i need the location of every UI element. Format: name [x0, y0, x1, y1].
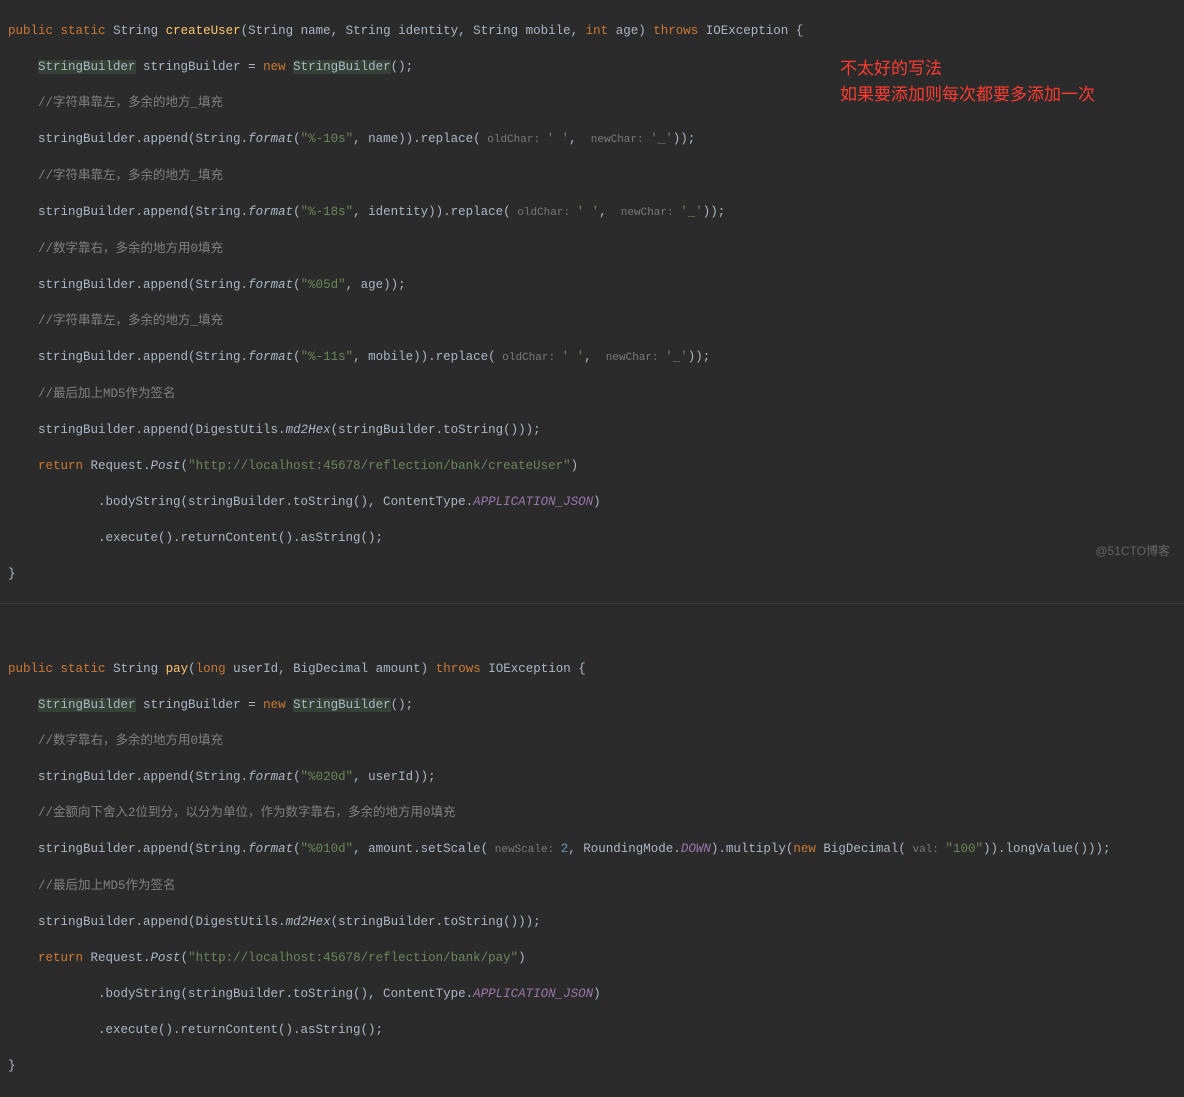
- code-line: return Request.Post("http://localhost:45…: [0, 457, 1184, 475]
- method-separator: [0, 603, 1184, 604]
- annotation-line-2: 如果要添加则每次都要多添加一次: [840, 82, 1095, 108]
- code-line: .execute().returnContent().asString();: [0, 1021, 1184, 1039]
- code-line: .execute().returnContent().asString();: [0, 529, 1184, 547]
- code-line: //数字靠右，多余的地方用0填充: [0, 240, 1184, 258]
- code-line: StringBuilder stringBuilder = new String…: [0, 696, 1184, 714]
- annotation-overlay: 不太好的写法 如果要添加则每次都要多添加一次: [840, 56, 1095, 108]
- code-line: stringBuilder.append(String.format("%-10…: [0, 130, 1184, 149]
- annotation-line-1: 不太好的写法: [840, 56, 1095, 82]
- code-line: stringBuilder.append(String.format("%-11…: [0, 348, 1184, 367]
- code-line: stringBuilder.append(String.format("%05d…: [0, 276, 1184, 294]
- code-line: stringBuilder.append(String.format("%-18…: [0, 203, 1184, 222]
- code-editor[interactable]: public static String createUser(String n…: [0, 0, 1184, 1097]
- code-line: //数字靠右，多余的地方用0填充: [0, 732, 1184, 750]
- code-line: [0, 624, 1184, 642]
- code-line: stringBuilder.append(DigestUtils.md2Hex(…: [0, 913, 1184, 931]
- code-line: public static String pay(long userId, Bi…: [0, 660, 1184, 678]
- code-line: //字符串靠左，多余的地方_填充: [0, 167, 1184, 185]
- code-line: .bodyString(stringBuilder.toString(), Co…: [0, 985, 1184, 1003]
- code-line: stringBuilder.append(DigestUtils.md2Hex(…: [0, 421, 1184, 439]
- code-line: stringBuilder.append(String.format("%010…: [0, 840, 1184, 859]
- code-line: //金额向下舍入2位到分，以分为单位，作为数字靠右，多余的地方用0填充: [0, 804, 1184, 822]
- watermark: @51CTO博客: [1095, 542, 1170, 559]
- code-line: }: [0, 1057, 1184, 1075]
- code-line: }: [0, 565, 1184, 583]
- code-line: //字符串靠左，多余的地方_填充: [0, 312, 1184, 330]
- code-line: stringBuilder.append(String.format("%020…: [0, 768, 1184, 786]
- code-line: .bodyString(stringBuilder.toString(), Co…: [0, 493, 1184, 511]
- code-line: return Request.Post("http://localhost:45…: [0, 949, 1184, 967]
- code-line: //最后加上MD5作为签名: [0, 877, 1184, 895]
- code-line: //最后加上MD5作为签名: [0, 385, 1184, 403]
- code-line: public static String createUser(String n…: [0, 22, 1184, 40]
